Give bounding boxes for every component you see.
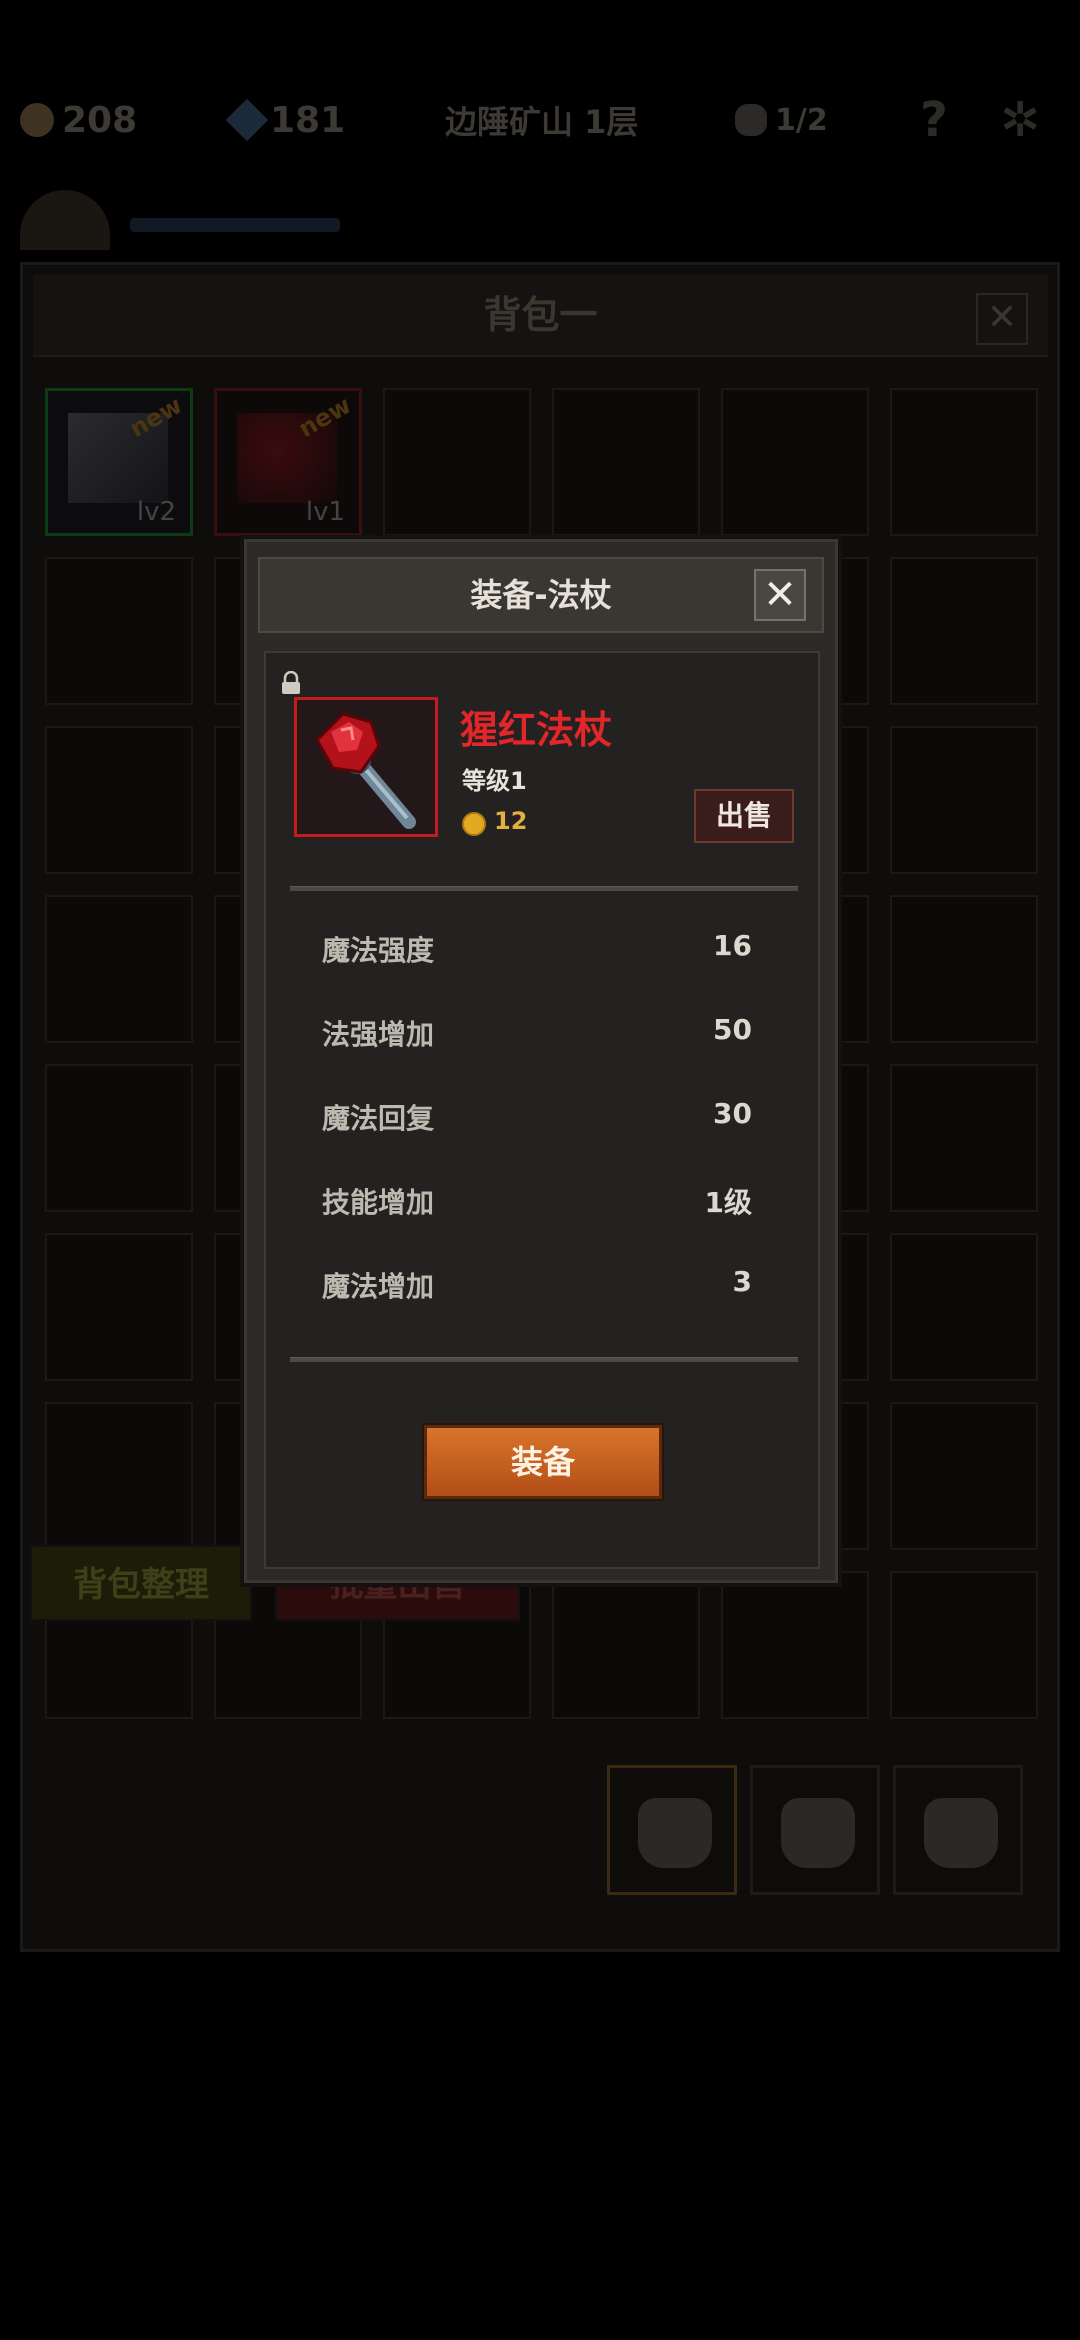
inventory-slot[interactable]	[45, 1233, 193, 1381]
bag-title-bar: 背包一 ✕	[33, 275, 1048, 357]
bag-title: 背包一	[483, 293, 598, 337]
backpack-icon	[781, 1798, 855, 1868]
kill-count: 1/2	[775, 102, 828, 138]
inventory-slot[interactable]	[552, 1571, 700, 1719]
equipment-detail-dialog: 装备-法杖 ✕ 猩红法杖 等级1 12 出售 魔法强度 16 法强增加 50 魔法回复 3…	[240, 535, 842, 1587]
backpack-icon	[924, 1798, 998, 1868]
gold-amount: 208	[62, 99, 138, 141]
gold-counter: 208	[20, 90, 137, 150]
item-name: 猩红法杖	[460, 708, 613, 752]
divider-bottom	[290, 1357, 798, 1362]
item-level-tag: lv1	[305, 497, 345, 527]
stat-row: 魔法回复 30	[322, 1097, 752, 1137]
inventory-slot[interactable]	[552, 388, 700, 536]
inventory-slot[interactable]	[721, 1571, 869, 1719]
skull-icon	[735, 104, 767, 136]
inventory-slot[interactable]	[890, 557, 1038, 705]
stat-row: 魔法增加 3	[322, 1265, 752, 1305]
backpack-icon	[638, 1798, 712, 1868]
inventory-slot[interactable]	[890, 1233, 1038, 1381]
lock-icon[interactable]	[280, 671, 302, 695]
player-avatar	[20, 190, 110, 250]
stat-value: 50	[713, 1013, 752, 1046]
inventory-slot[interactable]	[45, 1064, 193, 1212]
inventory-slot[interactable]	[721, 388, 869, 536]
inventory-slot[interactable]	[890, 1064, 1038, 1212]
stat-row: 法强增加 50	[322, 1013, 752, 1053]
inventory-slot[interactable]	[890, 895, 1038, 1043]
stat-value: 3	[732, 1265, 752, 1298]
bag-tab-3[interactable]	[893, 1765, 1023, 1895]
location-label: 边陲矿山 1层	[445, 103, 639, 141]
inventory-slot[interactable]	[45, 1402, 193, 1550]
stat-label: 法强增加	[322, 1018, 435, 1051]
bag-tab-2[interactable]	[750, 1765, 880, 1895]
close-icon: ✕	[763, 572, 797, 618]
item-price: 12	[494, 807, 528, 835]
inventory-slot[interactable]	[383, 388, 531, 536]
equip-button[interactable]: 装备	[424, 1425, 662, 1499]
inventory-slot[interactable]	[45, 557, 193, 705]
gear-icon: ✲	[1000, 92, 1041, 148]
stat-label: 魔法回复	[322, 1102, 435, 1135]
gem-amount: 181	[270, 99, 346, 141]
inventory-slot[interactable]	[890, 1402, 1038, 1550]
stat-label: 技能增加	[322, 1186, 435, 1219]
gem-icon	[225, 98, 269, 142]
scarlet-staff-icon	[297, 700, 435, 834]
dialog-header: 装备-法杖	[258, 557, 824, 633]
bag-close-button[interactable]: ✕	[976, 293, 1028, 345]
top-status-bar: 208 181 边陲矿山 1层 1/2 ? ✲	[0, 90, 1080, 150]
inventory-slot[interactable]: new lv1	[214, 388, 362, 536]
question-icon: ?	[920, 92, 948, 148]
player-status-strip	[20, 190, 1060, 250]
inventory-slot[interactable]	[45, 726, 193, 874]
stat-value: 16	[713, 929, 752, 962]
stat-row: 魔法强度 16	[322, 929, 752, 969]
item-level: 等级1	[462, 767, 527, 795]
stat-value: 1级	[704, 1186, 752, 1219]
item-level-tag: lv2	[136, 497, 176, 527]
inventory-slot[interactable]: new lv2	[45, 388, 193, 536]
settings-button[interactable]: ✲	[1000, 90, 1040, 150]
inventory-slot[interactable]	[890, 726, 1038, 874]
gem-counter: 181	[225, 90, 346, 150]
sort-bag-button[interactable]: 背包整理	[30, 1545, 252, 1621]
stat-label: 魔法增加	[322, 1270, 435, 1303]
stat-label: 魔法强度	[322, 934, 435, 967]
inventory-slot[interactable]	[890, 1571, 1038, 1719]
level-markers	[440, 190, 1060, 250]
kill-counter: 1/2	[735, 90, 828, 150]
help-button[interactable]: ?	[920, 90, 948, 150]
health-bar	[130, 218, 340, 232]
close-icon: ✕	[986, 297, 1018, 338]
stat-row: 技能增加 1级	[322, 1181, 752, 1221]
coin-icon	[462, 812, 486, 836]
gold-coin-icon	[20, 103, 54, 137]
item-icon-frame	[294, 697, 438, 837]
inventory-slot[interactable]	[890, 388, 1038, 536]
divider-top	[290, 886, 798, 891]
stat-value: 30	[713, 1097, 752, 1130]
sell-button[interactable]: 出售	[694, 789, 794, 843]
bag-tab-1[interactable]	[607, 1765, 737, 1895]
dialog-title: 装备-法杖	[470, 576, 612, 614]
dialog-close-button[interactable]: ✕	[754, 569, 806, 621]
inventory-slot[interactable]	[45, 895, 193, 1043]
